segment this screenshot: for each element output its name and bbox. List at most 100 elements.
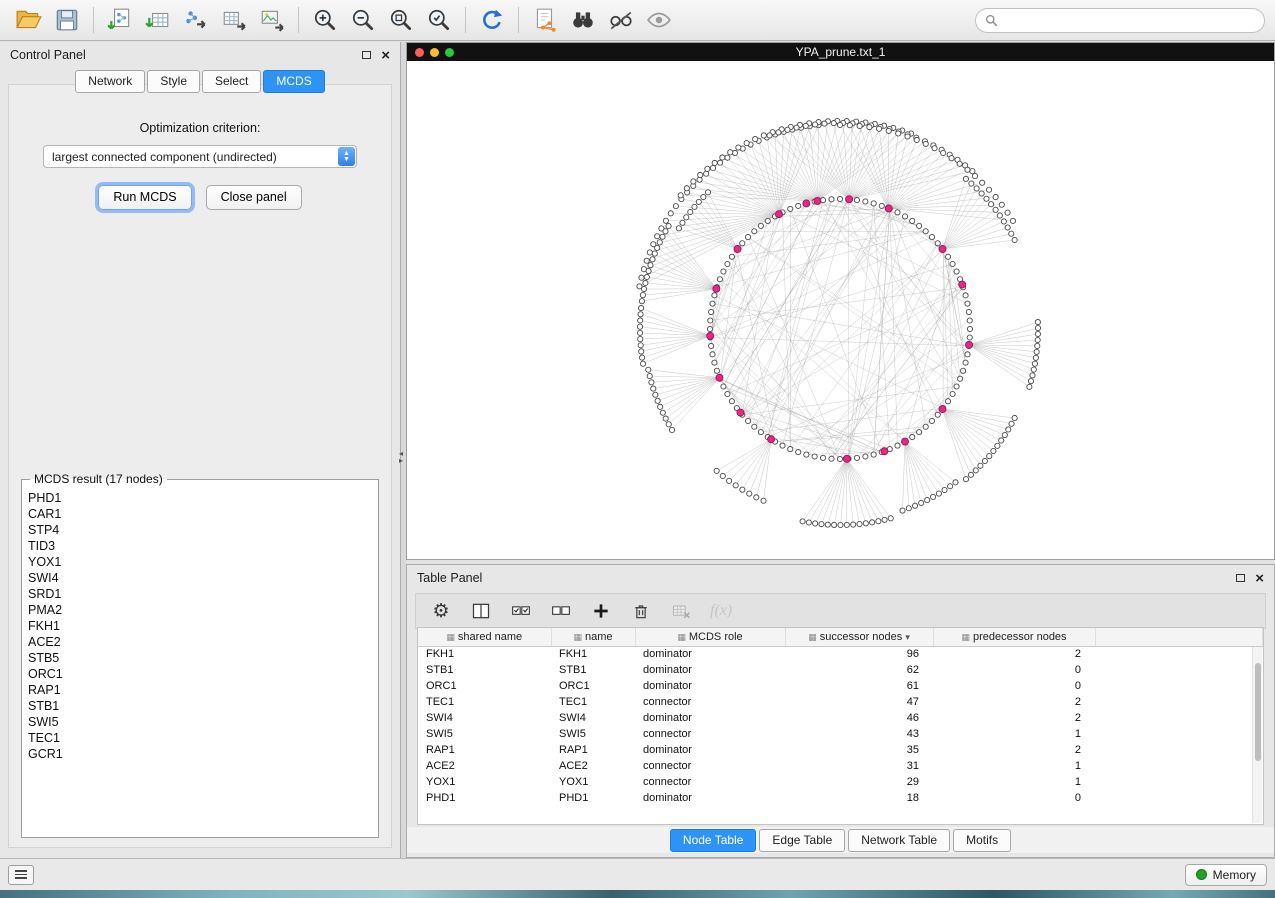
table-cell[interactable]: 0 (933, 662, 1095, 678)
hide-details-button[interactable] (602, 4, 640, 36)
table-row[interactable]: TEC1TEC1connector472 (418, 694, 1263, 710)
tab-mcds[interactable]: MCDS (263, 70, 324, 93)
table-cell[interactable]: 46 (785, 710, 933, 726)
result-item[interactable]: SWI4 (28, 570, 372, 586)
table-cell[interactable]: PHD1 (418, 790, 551, 806)
table-row[interactable]: RAP1RAP1dominator352 (418, 742, 1263, 758)
table-cell[interactable]: connector (635, 726, 785, 742)
table-row[interactable]: ACE2ACE2connector311 (418, 758, 1263, 774)
table-cell[interactable]: dominator (635, 646, 785, 662)
table-cell[interactable]: ACE2 (418, 758, 551, 774)
result-item[interactable]: PMA2 (28, 602, 372, 618)
tab-style[interactable]: Style (147, 70, 200, 93)
table-cell[interactable]: FKH1 (551, 646, 635, 662)
add-row-button[interactable] (590, 599, 612, 623)
table-cell[interactable]: dominator (635, 742, 785, 758)
table-row[interactable]: STB1STB1dominator620 (418, 662, 1263, 678)
zoom-selected-button[interactable] (420, 4, 458, 36)
table-cell[interactable]: TEC1 (418, 694, 551, 710)
table-cell[interactable]: SWI5 (551, 726, 635, 742)
result-item[interactable]: RAP1 (28, 682, 372, 698)
table-cell[interactable]: ACE2 (551, 758, 635, 774)
apply-layout-button[interactable] (473, 4, 511, 36)
table-cell[interactable]: 43 (785, 726, 933, 742)
table-cell[interactable]: dominator (635, 662, 785, 678)
column-header-predecessor-nodes[interactable]: ▦ predecessor nodes (933, 628, 1095, 646)
float-panel-button[interactable] (362, 51, 371, 59)
optimization-criterion-select[interactable]: largest connected component (undirected)… (43, 145, 357, 168)
tab-edge-table[interactable]: Edge Table (759, 829, 845, 852)
table-cell[interactable]: ORC1 (551, 678, 635, 694)
column-header-name[interactable]: ▦ name (551, 628, 635, 646)
table-row[interactable]: ORC1ORC1dominator610 (418, 678, 1263, 694)
table-row[interactable]: YOX1YOX1connector291 (418, 774, 1263, 790)
table-cell[interactable]: 1 (933, 726, 1095, 742)
close-panel-icon[interactable]: × (381, 48, 390, 63)
save-session-button[interactable] (48, 4, 86, 36)
table-row[interactable]: SWI5SWI5connector431 (418, 726, 1263, 742)
table-cell[interactable]: 96 (785, 646, 933, 662)
table-cell[interactable]: dominator (635, 790, 785, 806)
table-cell[interactable]: 2 (933, 742, 1095, 758)
table-cell[interactable]: STB1 (418, 662, 551, 678)
zoom-out-button[interactable] (344, 4, 382, 36)
show-columns-button[interactable] (470, 599, 492, 623)
status-menu-button[interactable] (8, 865, 34, 885)
memory-button[interactable]: Memory (1185, 864, 1267, 886)
table-row[interactable]: FKH1FKH1dominator962 (418, 646, 1263, 662)
table-cell[interactable]: 47 (785, 694, 933, 710)
table-cell[interactable]: 31 (785, 758, 933, 774)
network-canvas[interactable] (407, 61, 1274, 559)
table-options-button[interactable]: ⚙ (430, 599, 452, 623)
result-item[interactable]: STP4 (28, 522, 372, 538)
result-item[interactable]: CAR1 (28, 506, 372, 522)
result-item[interactable]: GCR1 (28, 746, 372, 762)
table-cell[interactable]: 1 (933, 774, 1095, 790)
delete-rows-button[interactable] (630, 599, 652, 623)
column-header-MCDS-role[interactable]: ▦ MCDS role (635, 628, 785, 646)
result-item[interactable]: ACE2 (28, 634, 372, 650)
table-cell[interactable]: SWI4 (551, 710, 635, 726)
result-item[interactable]: STB1 (28, 698, 372, 714)
table-cell[interactable]: TEC1 (551, 694, 635, 710)
import-network-button[interactable] (101, 4, 139, 36)
result-item[interactable]: TID3 (28, 538, 372, 554)
tab-node-table[interactable]: Node Table (670, 829, 757, 852)
result-item[interactable]: FKH1 (28, 618, 372, 634)
table-cell[interactable]: connector (635, 758, 785, 774)
destroy-table-button[interactable] (670, 599, 692, 623)
table-row[interactable]: SWI4SWI4dominator462 (418, 710, 1263, 726)
result-item[interactable]: STB5 (28, 650, 372, 666)
scrollbar-thumb[interactable] (1255, 663, 1261, 762)
result-item[interactable]: SRD1 (28, 586, 372, 602)
network-window-titlebar[interactable]: YPA_prune.txt_1 (407, 43, 1274, 61)
table-cell[interactable]: STB1 (551, 662, 635, 678)
tab-network-table[interactable]: Network Table (848, 829, 950, 852)
table-cell[interactable]: ORC1 (418, 678, 551, 694)
table-cell[interactable]: PHD1 (551, 790, 635, 806)
table-cell[interactable]: 0 (933, 678, 1095, 694)
table-cell[interactable]: dominator (635, 678, 785, 694)
result-item[interactable]: YOX1 (28, 554, 372, 570)
table-scrollbar[interactable] (1252, 647, 1262, 823)
table-cell[interactable]: 0 (933, 790, 1095, 806)
table-cell[interactable]: YOX1 (551, 774, 635, 790)
table-cell[interactable]: YOX1 (418, 774, 551, 790)
table-cell[interactable]: connector (635, 694, 785, 710)
table-cell[interactable]: connector (635, 774, 785, 790)
float-table-panel-button[interactable] (1236, 574, 1245, 582)
function-builder-button[interactable]: f(x) (710, 599, 732, 623)
export-table-button[interactable] (215, 4, 253, 36)
result-item[interactable]: ORC1 (28, 666, 372, 682)
export-network-button[interactable] (177, 4, 215, 36)
zoom-fit-button[interactable] (382, 4, 420, 36)
table-cell[interactable]: 29 (785, 774, 933, 790)
table-cell[interactable]: 18 (785, 790, 933, 806)
result-item[interactable]: SWI5 (28, 714, 372, 730)
table-cell[interactable]: 1 (933, 758, 1095, 774)
close-table-panel-icon[interactable]: × (1255, 571, 1264, 586)
share-document-button[interactable] (526, 4, 564, 36)
table-cell[interactable]: 2 (933, 710, 1095, 726)
table-cell[interactable]: SWI5 (418, 726, 551, 742)
table-cell[interactable]: 61 (785, 678, 933, 694)
